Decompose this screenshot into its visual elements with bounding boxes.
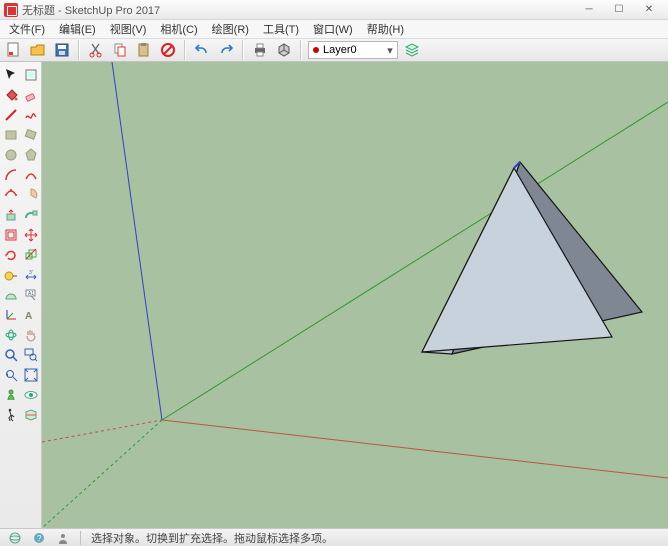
- standard-toolbar: Layer0 ▾: [0, 38, 668, 62]
- app-icon: [4, 3, 18, 17]
- cut-button[interactable]: [86, 40, 106, 60]
- menu-window[interactable]: 窗口(W): [308, 20, 358, 38]
- menu-draw[interactable]: 绘图(R): [207, 20, 254, 38]
- line-tool[interactable]: [2, 106, 20, 124]
- select-tool[interactable]: [2, 66, 20, 84]
- close-button[interactable]: ✕: [634, 2, 664, 18]
- window-controls: ─ ☐ ✕: [574, 2, 664, 18]
- move-tool[interactable]: [22, 226, 40, 244]
- pan-tool[interactable]: [22, 326, 40, 344]
- menu-edit[interactable]: 编辑(E): [54, 20, 101, 38]
- undo-button[interactable]: [192, 40, 212, 60]
- pushpull-tool[interactable]: [2, 206, 20, 224]
- rectangle-tool[interactable]: [2, 126, 20, 144]
- zoom-tool[interactable]: [2, 346, 20, 364]
- layer-name: Layer0: [323, 44, 357, 56]
- previous-view-tool[interactable]: [2, 366, 20, 384]
- zoom-window-tool[interactable]: [22, 346, 40, 364]
- two-point-arc-tool[interactable]: [22, 166, 40, 184]
- chevron-down-icon: ▾: [383, 44, 397, 57]
- delete-button[interactable]: [158, 40, 178, 60]
- zoom-extents-tool[interactable]: [22, 366, 40, 384]
- paint-bucket-tool[interactable]: [2, 86, 20, 104]
- followme-tool[interactable]: [22, 206, 40, 224]
- protractor-tool[interactable]: [2, 286, 20, 304]
- menu-tools[interactable]: 工具(T): [258, 20, 304, 38]
- menu-help[interactable]: 帮助(H): [362, 20, 409, 38]
- toolbar-separator: [242, 40, 244, 60]
- menu-camera[interactable]: 相机(C): [155, 20, 202, 38]
- maximize-button[interactable]: ☐: [604, 2, 634, 18]
- svg-text:3': 3': [29, 270, 33, 276]
- copy-button[interactable]: [110, 40, 130, 60]
- geolocation-icon[interactable]: [8, 531, 22, 545]
- make-component-tool[interactable]: [22, 66, 40, 84]
- rotate-tool[interactable]: [2, 246, 20, 264]
- pie-tool[interactable]: [22, 186, 40, 204]
- toolbar-separator: [300, 40, 302, 60]
- help-icon[interactable]: ?: [32, 531, 46, 545]
- large-toolset: 3' A1 A: [0, 62, 42, 528]
- text-tool[interactable]: A1: [22, 286, 40, 304]
- circle-tool[interactable]: [2, 146, 20, 164]
- scale-tool[interactable]: [22, 246, 40, 264]
- redo-button[interactable]: [216, 40, 236, 60]
- three-point-arc-tool[interactable]: [2, 186, 20, 204]
- section-plane-tool[interactable]: [22, 406, 40, 424]
- save-button[interactable]: [52, 40, 72, 60]
- svg-text:A: A: [25, 311, 32, 322]
- walk-tool[interactable]: [2, 406, 20, 424]
- layer-dot-icon: [313, 47, 319, 53]
- menu-file[interactable]: 文件(F): [4, 20, 50, 38]
- user-icon[interactable]: [56, 531, 70, 545]
- window-title: 无标题 - SketchUp Pro 2017: [22, 2, 160, 18]
- svg-text:?: ?: [37, 534, 42, 543]
- look-around-tool[interactable]: [22, 386, 40, 404]
- toolbar-separator: [184, 40, 186, 60]
- offset-tool[interactable]: [2, 226, 20, 244]
- model-settings-button[interactable]: [274, 40, 294, 60]
- orbit-tool[interactable]: [2, 326, 20, 344]
- layer-manager-button[interactable]: [402, 40, 422, 60]
- model-viewport[interactable]: [42, 62, 668, 528]
- status-bar: ? 选择对象。切换到扩充选择。拖动鼠标选择多项。: [0, 528, 668, 546]
- polygon-tool[interactable]: [22, 146, 40, 164]
- tape-measure-tool[interactable]: [2, 266, 20, 284]
- axes-tool[interactable]: [2, 306, 20, 324]
- arc-tool[interactable]: [2, 166, 20, 184]
- new-file-button[interactable]: [4, 40, 24, 60]
- dimension-tool[interactable]: 3': [22, 266, 40, 284]
- open-file-button[interactable]: [28, 40, 48, 60]
- menu-bar: 文件(F) 编辑(E) 视图(V) 相机(C) 绘图(R) 工具(T) 窗口(W…: [0, 20, 668, 38]
- toolbar-separator: [78, 40, 80, 60]
- layer-dropdown[interactable]: Layer0 ▾: [308, 41, 398, 59]
- minimize-button[interactable]: ─: [574, 2, 604, 18]
- rotated-rectangle-tool[interactable]: [22, 126, 40, 144]
- print-button[interactable]: [250, 40, 270, 60]
- eraser-tool[interactable]: [22, 86, 40, 104]
- freehand-tool[interactable]: [22, 106, 40, 124]
- menu-view[interactable]: 视图(V): [105, 20, 152, 38]
- position-camera-tool[interactable]: [2, 386, 20, 404]
- paste-button[interactable]: [134, 40, 154, 60]
- status-hint: 选择对象。切换到扩充选择。拖动鼠标选择多项。: [91, 530, 333, 546]
- three-d-text-tool[interactable]: A: [22, 306, 40, 324]
- window-titlebar: 无标题 - SketchUp Pro 2017 ─ ☐ ✕: [0, 0, 668, 20]
